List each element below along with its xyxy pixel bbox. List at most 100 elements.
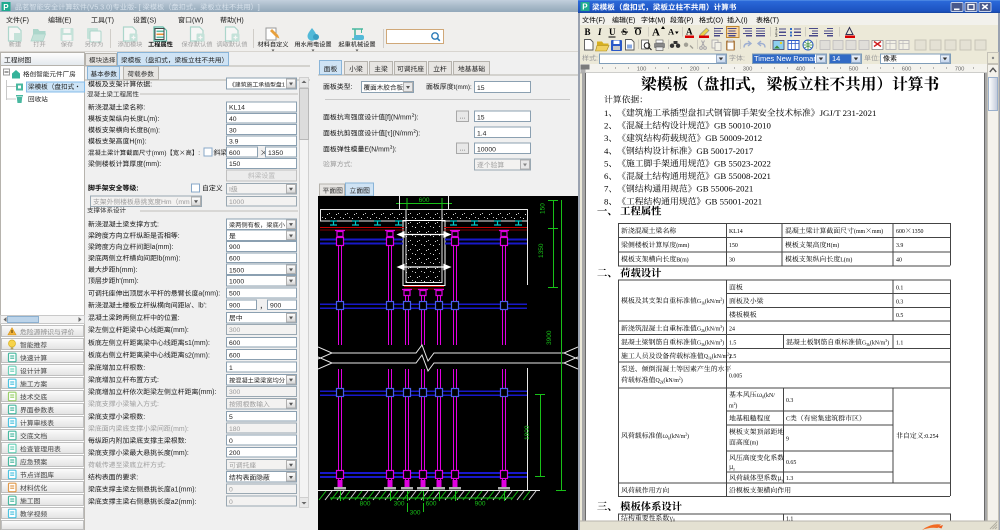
svg-text:): ) (887, 339, 889, 346)
svg-text:): ) (722, 298, 724, 305)
svg-text:I: I (597, 27, 602, 37)
svg-text:JGJ/T 231-2021: JGJ/T 231-2021 (820, 108, 877, 118)
svg-text::: : (596, 56, 598, 63)
svg-text:(T): (T) (105, 18, 114, 25)
svg-text:(P): (P) (684, 18, 693, 25)
svg-text:180: 180 (229, 426, 241, 433)
svg-text:200: 200 (229, 450, 241, 457)
svg-text:500: 500 (849, 66, 859, 72)
svg-text::: : (150, 82, 152, 89)
svg-text:):: ): (416, 131, 420, 138)
svg-text:E(N/mm: E(N/mm (364, 147, 390, 154)
svg-text:B(m):: B(m): (143, 127, 160, 134)
svg-text:0.3: 0.3 (786, 398, 793, 404)
svg-text::: : (136, 185, 138, 192)
svg-text:400: 400 (796, 66, 806, 72)
svg-text:1350: 1350 (912, 229, 924, 235)
svg-text:40: 40 (896, 257, 902, 263)
svg-text:150: 150 (229, 161, 241, 168)
svg-text:s1(mm):: s1(mm): (185, 340, 210, 347)
svg-text:(m): (m) (750, 440, 759, 447)
svg-text:3.9: 3.9 (896, 243, 903, 249)
svg-text:600: 600 (229, 340, 241, 347)
svg-text:B: B (585, 27, 591, 37)
svg-text::: : (178, 315, 180, 322)
svg-text:]: ] (258, 3, 260, 12)
svg-text::: : (743, 56, 745, 63)
svg-text:[f](N/mm: [f](N/mm (385, 115, 412, 122)
svg-text:lb(mm):: lb(mm): (157, 256, 180, 263)
svg-text:I: I (229, 187, 231, 194)
svg-text::: : (351, 162, 353, 169)
svg-text:1: 1 (229, 365, 233, 372)
svg-text::: : (143, 105, 145, 112)
svg-text:(F): (F) (20, 18, 29, 25)
svg-text:300: 300 (743, 66, 753, 72)
svg-text:A: A (652, 27, 660, 39)
svg-text:): ) (687, 433, 689, 440)
svg-text:(mm):: (mm): (143, 161, 161, 168)
svg-text:C: C (786, 417, 790, 423)
svg-text::: : (178, 233, 180, 240)
svg-text::: : (157, 377, 159, 384)
svg-text:3.9: 3.9 (229, 139, 239, 146)
svg-text:1: 1 (282, 83, 285, 89)
svg-text:0.005: 0.005 (729, 374, 742, 380)
svg-text:0.3: 0.3 (896, 299, 903, 305)
svg-text:): ) (722, 339, 724, 346)
svg-text:(kN/m: (kN/m (705, 298, 721, 305)
svg-text:0: 0 (229, 499, 233, 506)
svg-text:- [: - [ (134, 3, 140, 12)
svg-text:KL14: KL14 (229, 105, 245, 112)
svg-text:GB 50017-2017: GB 50017-2017 (696, 146, 754, 156)
svg-text::0.254: :0.254 (924, 434, 939, 440)
svg-text:(T): (T) (770, 18, 779, 25)
svg-text:24: 24 (729, 327, 735, 333)
svg-text:600: 600 (229, 352, 241, 359)
svg-text:15: 15 (477, 85, 485, 92)
svg-text:1.3: 1.3 (786, 476, 793, 482)
svg-text:GB 55023-2022: GB 55023-2022 (714, 158, 771, 168)
svg-text:...: ... (460, 112, 466, 121)
svg-text:0: 0 (229, 487, 233, 494)
svg-text:mm): mm) (872, 228, 883, 235)
svg-text:300: 300 (410, 510, 421, 517)
svg-text:3: 3 (604, 133, 609, 143)
svg-text:900: 900 (475, 501, 486, 508)
svg-text:(mm):: (mm): (198, 389, 216, 396)
svg-text:a1(mm):: a1(mm): (171, 487, 197, 494)
svg-text:600: 600 (229, 150, 241, 157)
svg-text:A: A (686, 27, 693, 37)
svg-text::: : (351, 84, 353, 91)
svg-text::: : (157, 401, 159, 408)
svg-text::: : (878, 56, 880, 63)
svg-text:(I): (I) (741, 18, 748, 25)
svg-text:a2(mm):: a2(mm): (171, 499, 197, 506)
svg-text:14: 14 (832, 54, 840, 63)
svg-text:(F): (F) (596, 18, 605, 25)
svg-text:300: 300 (229, 389, 241, 396)
svg-text:2.5: 2.5 (729, 354, 736, 360)
svg-text:600: 600 (902, 66, 912, 72)
svg-text::: : (185, 438, 187, 445)
svg-text:200: 200 (690, 66, 700, 72)
svg-text:15: 15 (477, 114, 485, 121)
svg-text:1000: 1000 (229, 279, 244, 286)
svg-text:700: 700 (955, 66, 965, 72)
svg-text:5: 5 (229, 414, 233, 421)
svg-text:a(mm):: a(mm): (198, 291, 220, 298)
svg-text:H(m): H(m) (826, 242, 839, 249)
svg-text:h(mm):: h(mm): (116, 267, 138, 274)
svg-text:0.5: 0.5 (896, 313, 903, 319)
svg-text:la(mm):: la(mm): (150, 244, 173, 251)
svg-text:3900: 3900 (546, 330, 553, 345)
svg-text:lb':: lb': (198, 303, 207, 310)
svg-text:500: 500 (229, 291, 241, 298)
svg-text:(V5.3.0): (V5.3.0) (87, 3, 113, 12)
svg-text:(mm):: (mm): (171, 426, 189, 433)
svg-text::: : (157, 222, 159, 229)
svg-text:2: 2 (604, 120, 608, 130)
svg-text:KL14: KL14 (729, 229, 743, 235)
svg-text:GB 55008-2021: GB 55008-2021 (714, 171, 771, 181)
svg-text:): ) (681, 377, 683, 384)
